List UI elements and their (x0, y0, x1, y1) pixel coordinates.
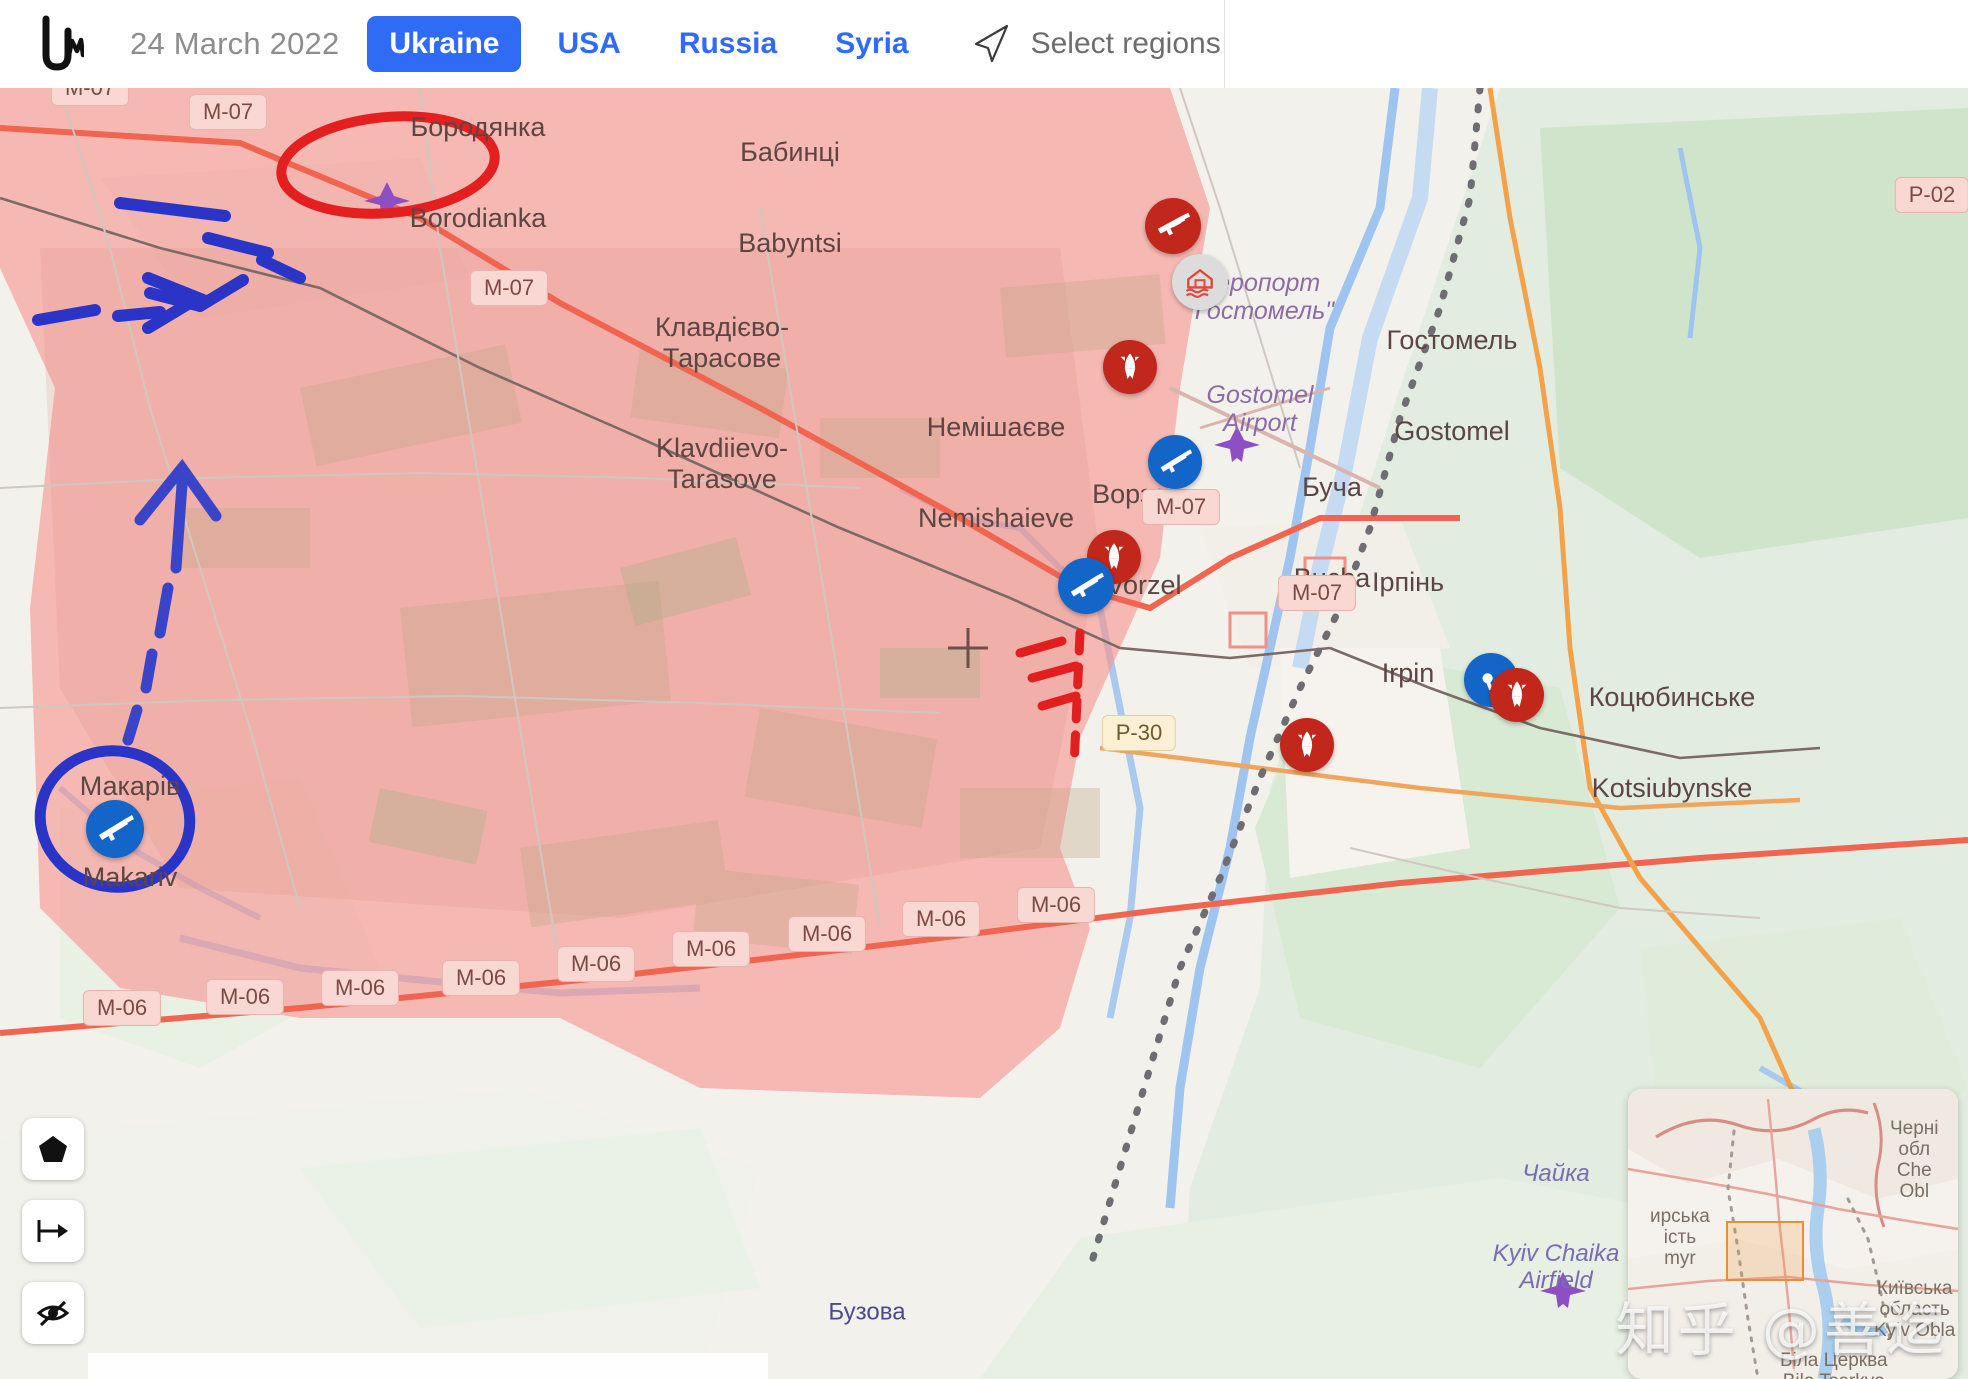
marker-gunfire-makariv[interactable] (86, 800, 144, 858)
top-header-bar: 24 March 2022 Ukraine USA Russia Syria S… (0, 0, 1968, 88)
draw-polygon-button[interactable] (22, 1118, 84, 1180)
pentagon-icon (37, 1133, 69, 1165)
region-tab-usa[interactable]: USA (535, 16, 642, 72)
region-tab-ukraine[interactable]: Ukraine (367, 16, 522, 72)
marker-shelling-east[interactable] (1490, 668, 1544, 722)
liveuamap-app: 24 March 2022 Ukraine USA Russia Syria S… (0, 0, 1968, 1379)
bomb-icon (1113, 350, 1147, 384)
marker-gunfire-irpin[interactable] (1058, 558, 1114, 614)
arrow-measure-icon (36, 1216, 70, 1246)
bomb-icon (1500, 678, 1534, 712)
flood-house-icon (1182, 264, 1218, 300)
overview-minimap[interactable]: Черні обл Che Obl ирська ість myr Київсь… (1628, 1089, 1958, 1379)
marker-shelling-kotsiubynske[interactable] (1280, 718, 1334, 772)
marker-flood[interactable] (1172, 254, 1228, 310)
rifle-icon (1154, 207, 1192, 245)
bomb-icon (1290, 728, 1324, 762)
eye-off-icon (36, 1298, 70, 1328)
region-tab-syria[interactable]: Syria (813, 16, 930, 72)
map-toolbar (22, 1118, 84, 1364)
current-date-label: 24 March 2022 (130, 26, 340, 61)
cursor-arrow-icon (969, 21, 1015, 67)
rifle-icon (1157, 444, 1193, 480)
select-regions-button[interactable]: Select regions (969, 21, 1221, 67)
marker-gunfire-hostomel[interactable] (1148, 435, 1202, 489)
marker-shelling-gostomel[interactable] (1103, 340, 1157, 394)
region-tab-russia[interactable]: Russia (657, 16, 799, 72)
liveuamap-logo-icon[interactable] (38, 15, 84, 73)
select-regions-label: Select regions (1030, 27, 1221, 60)
rifle-icon (95, 809, 135, 849)
measure-distance-button[interactable] (22, 1200, 84, 1262)
rifle-icon (1067, 567, 1105, 605)
bottom-info-strip (88, 1353, 768, 1379)
interactive-map[interactable]: Бородянка Borodianka Бабинці Babyntsi Кл… (0, 88, 1968, 1379)
marker-gunfire-dmytrivka[interactable] (1145, 198, 1201, 254)
header-inner: 24 March 2022 Ukraine USA Russia Syria S… (0, 0, 1225, 88)
hide-markers-button[interactable] (22, 1282, 84, 1344)
